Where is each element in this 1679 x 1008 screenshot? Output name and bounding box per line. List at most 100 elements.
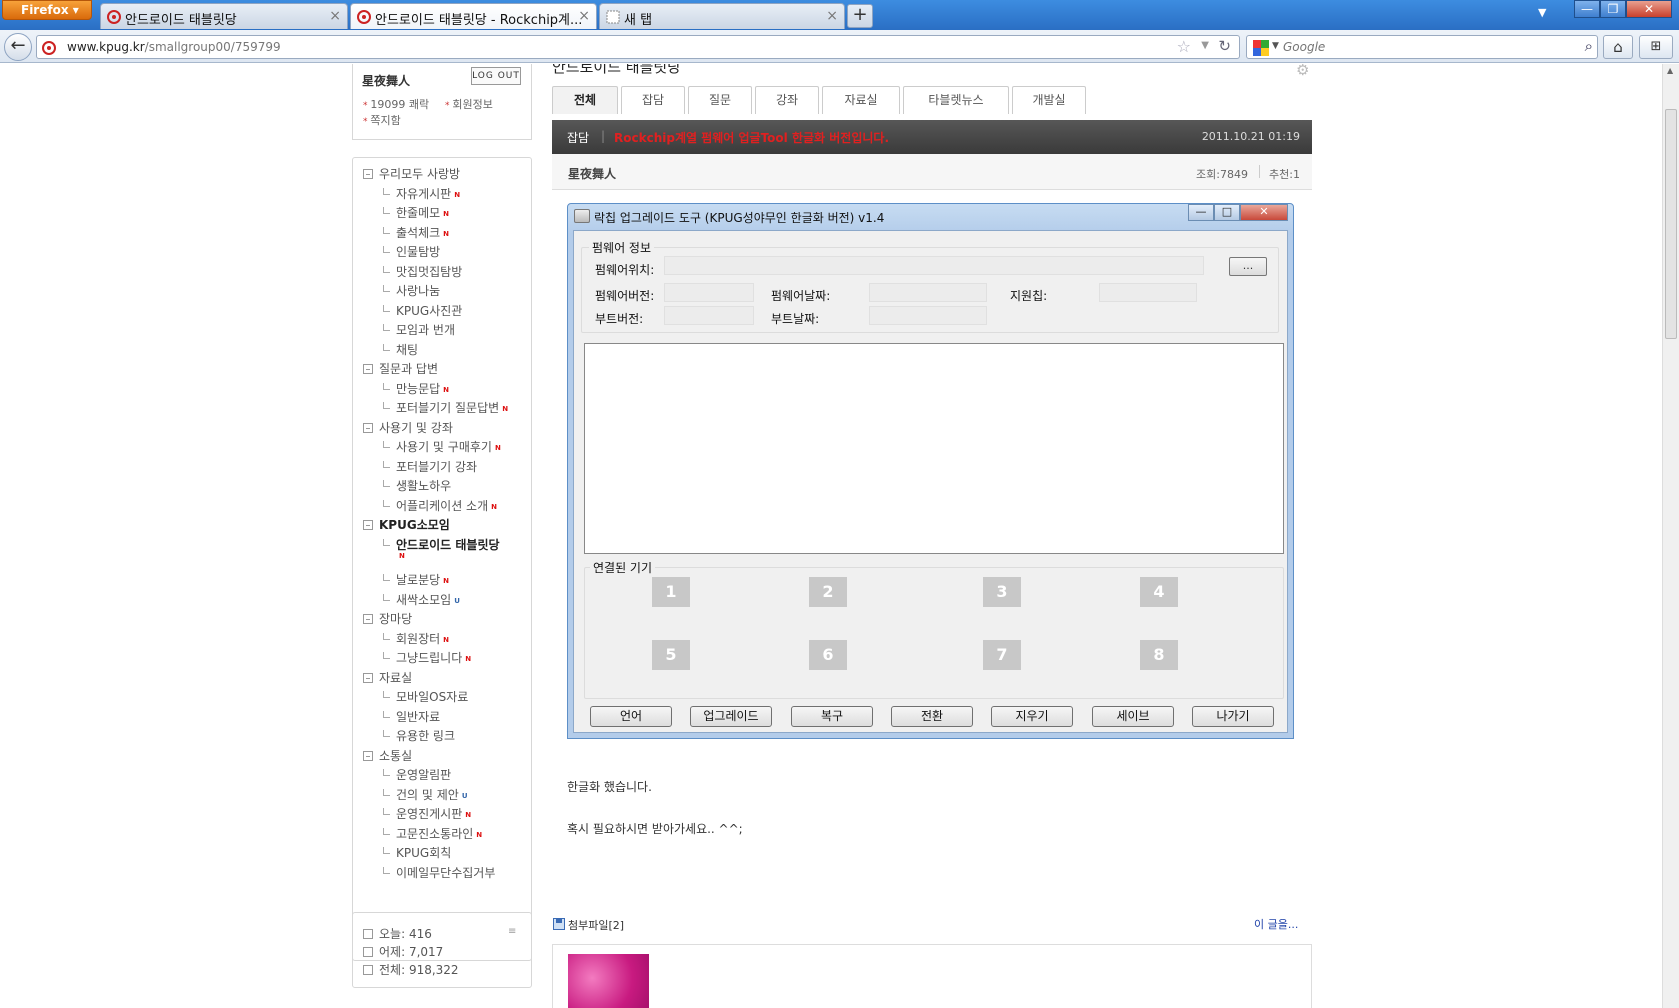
menu-item[interactable]: 날로분당 N [383,571,449,588]
messages-link[interactable]: 쪽지함 [363,112,400,128]
menu-item[interactable]: 채팅 [383,341,418,358]
board-tab[interactable]: 자료실 [822,86,900,114]
app-close-button: ✕ [1240,204,1288,221]
collapse-box-icon[interactable] [363,422,373,433]
menu-item[interactable]: 출석체크 N [383,224,449,241]
bookmark-star-icon[interactable]: ☆ [1177,37,1191,56]
new-tab-button[interactable]: + [847,4,873,28]
menu-item[interactable]: 일반자료 [383,708,440,725]
menu-category[interactable]: 자료실 [363,669,412,686]
menu-item[interactable]: 모바일OS자료 [383,688,468,705]
google-icon[interactable] [1253,40,1269,56]
menu-item[interactable]: 이메일무단수집거부 [383,864,495,881]
minimize-button[interactable]: — [1574,0,1600,18]
menu-item[interactable]: 인물탐방 [383,243,440,260]
board-tab[interactable]: 타블렛뉴스 [903,86,1009,114]
board-tab[interactable]: 질문 [688,86,752,114]
menu-item-label: 포터블기기 질문답변 [396,401,500,415]
collapse-box-icon[interactable] [363,520,373,530]
history-dropdown-icon[interactable]: ▼ [1201,40,1209,51]
search-bar[interactable]: ▼ ⌕ [1246,35,1598,59]
menu-item[interactable]: 운영진게시판 N [383,805,471,822]
menu-item-label: 운영알림판 [396,768,452,782]
menu-item[interactable]: KPUG사진관 [383,302,462,319]
menu-item[interactable]: 포터블기기 질문답변 N [383,399,508,416]
reload-icon[interactable]: ↻ [1218,37,1231,55]
url-text[interactable]: www.kpug.kr/smallgroup00/759799 [67,40,281,54]
vertical-scrollbar[interactable]: ▲ [1662,64,1679,1008]
menu-item[interactable]: 모임과 번개 [383,321,455,338]
logout-button[interactable]: LOG OUT [471,67,521,85]
attachments-label[interactable]: 첨부파일[2] [568,917,624,933]
close-window-button[interactable]: ✕ [1626,0,1672,18]
search-icon[interactable]: ⌕ [1585,37,1593,55]
menu-item[interactable]: 새싹소모임 U [383,591,460,608]
menu-item[interactable]: 한줄메모 N [383,204,449,221]
menu-item[interactable]: 만능문답 N [383,380,449,397]
gear-icon[interactable]: ⚙ [1296,64,1309,79]
scroll-up-icon[interactable]: ▲ [1667,66,1673,75]
collapse-box-icon[interactable] [363,672,373,683]
search-engine-dropdown-icon[interactable]: ▼ [1272,41,1279,51]
menu-item[interactable]: KPUG회칙 [383,844,451,861]
addon-bar-icon[interactable]: ⊞ [1639,35,1673,59]
menu-item[interactable]: 생활노하우 [383,477,451,494]
board-tab[interactable]: 잡담 [621,86,685,114]
board-tab[interactable]: 전체 [552,86,618,114]
menu-item-label: 한줄메모 [396,206,441,220]
menu-item[interactable]: 포터블기기 강좌 [383,458,477,475]
menu-item[interactable]: 고문진소통라인 N [383,825,482,842]
points-link[interactable]: 19099 쾌락 [363,96,429,112]
tab-3-close-icon[interactable]: × [826,8,838,24]
home-icon[interactable]: ⌂ [1603,35,1633,59]
attachment-thumbnail[interactable] [568,954,649,1008]
tab-1[interactable]: 안드로이드 태블릿당 × [100,3,348,29]
boot-date-label: 부트날짜: [771,312,820,326]
member-info-link[interactable]: 회원정보 [445,96,492,112]
restore-button[interactable]: ❐ [1600,0,1626,18]
menu-item[interactable]: 운영알림판 [383,766,451,783]
menu-item-label: 인물탐방 [396,245,441,259]
stats-more-icon[interactable]: ≡ [508,926,516,937]
tab-2-close-icon[interactable]: × [578,8,590,24]
menu-item[interactable]: 안드로이드 태블릿당 [383,536,500,553]
menu-category[interactable]: 장마당 [363,610,412,627]
menu-item[interactable]: 그냥드립니다 N [383,649,471,666]
menu-category[interactable]: 우리모두 사랑방 [363,165,460,182]
menu-item[interactable]: 사용기 및 구매후기 N [383,438,501,455]
menu-item[interactable]: 어플리케이션 소개 N [383,497,497,514]
collapse-box-icon[interactable] [363,614,373,624]
menu-category[interactable]: 소통실 [363,747,412,764]
tab-1-close-icon[interactable]: × [329,8,341,24]
menu-item[interactable]: 자유게시판 N [383,185,460,202]
board-tab[interactable]: 강좌 [755,86,819,114]
menu-item[interactable]: 회원장터 N [383,630,449,647]
this-post-link[interactable]: 이 글을... [1254,916,1298,932]
url-bar[interactable]: www.kpug.kr/smallgroup00/759799 ☆ ▼ ↻ [36,35,1240,59]
menu-item[interactable]: 유용한 링크 [383,727,455,744]
tab-list-chevron-down-icon[interactable]: ▼ [1538,6,1546,19]
menu-item[interactable]: 맛집멋집탐방 [383,263,462,280]
collapse-box-icon[interactable] [363,750,373,761]
menu-item-label: 사용기 및 강좌 [379,420,453,435]
menu-category[interactable]: 질문과 답변 [363,360,438,377]
stat-today: 오늘: 416 [363,925,432,942]
menu-item-label: 고문진소통라인 [396,826,474,841]
collapse-box-icon[interactable] [363,364,373,374]
tab-2-active[interactable]: 안드로이드 태블릿당 - Rockchip계... × [350,3,597,29]
menu-item[interactable]: 건의 및 제안 U [383,786,468,803]
site-identity-icon [42,41,56,55]
firefox-menu-button[interactable]: Firefox ▾ [2,0,92,20]
back-arrow-icon[interactable]: ← [4,33,32,61]
board-tab[interactable]: 개발실 [1012,86,1086,114]
search-input[interactable] [1283,38,1563,56]
collapse-box-icon[interactable] [363,169,373,179]
scrollbar-thumb[interactable] [1665,109,1677,339]
boot-version-field [664,306,754,325]
menu-category[interactable]: 사용기 및 강좌 [363,419,453,436]
tab-3[interactable]: 새 탭 × [599,3,845,29]
menu-category[interactable]: KPUG소모임 [363,516,450,533]
app-maximize-button: □ [1214,204,1240,221]
post-author[interactable]: 星夜舞人 [568,165,616,182]
menu-item[interactable]: 사랑나눔 [383,282,440,299]
